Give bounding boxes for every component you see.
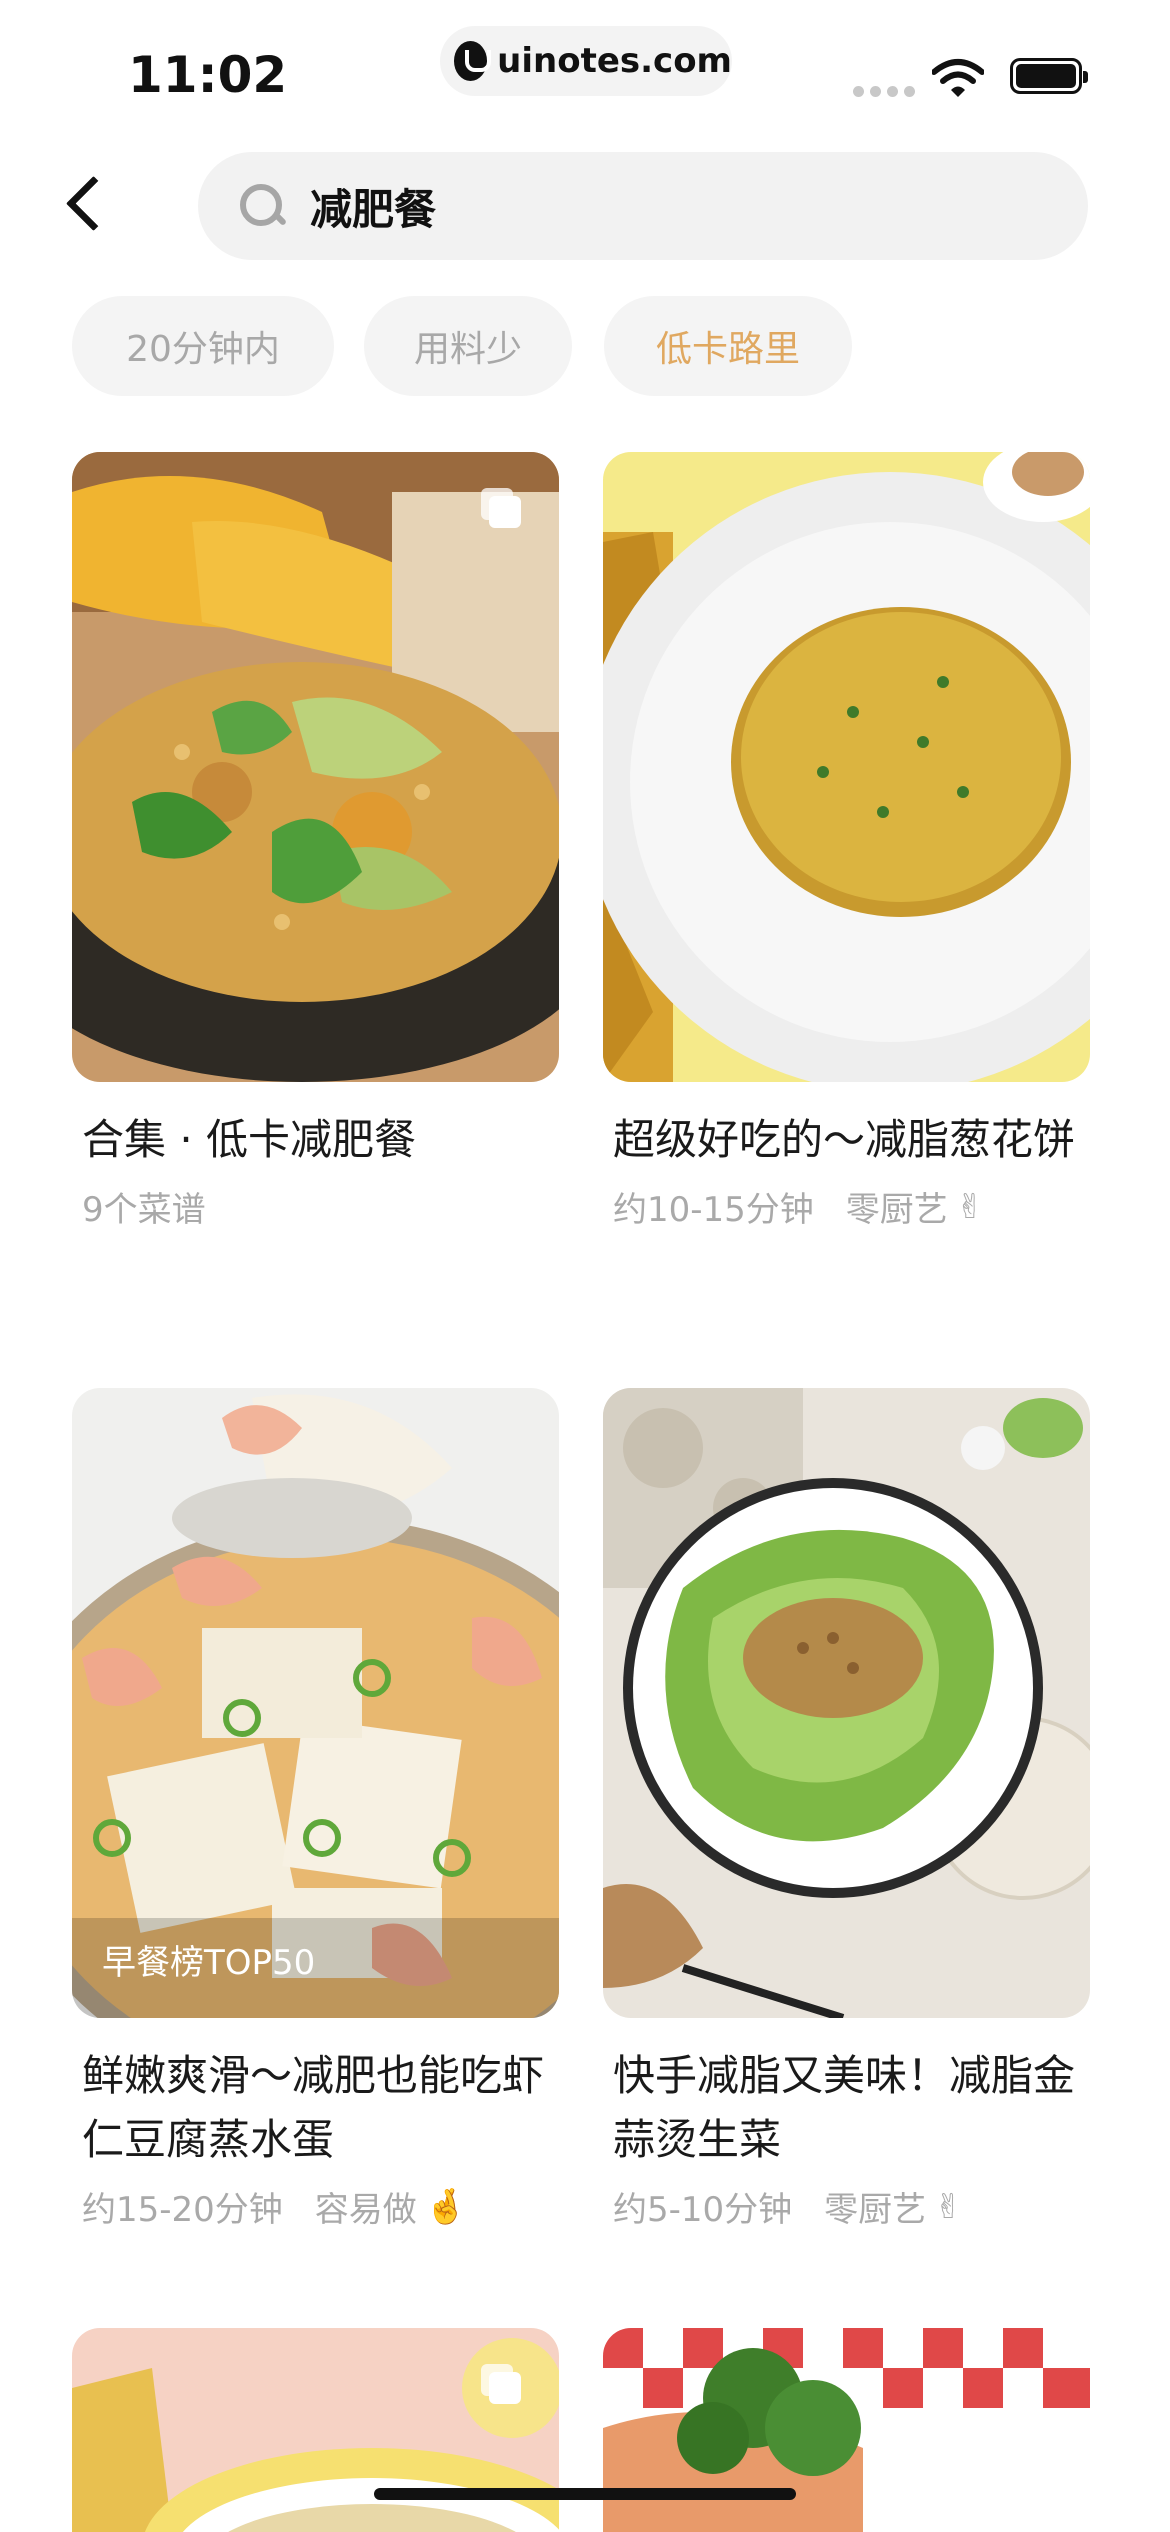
shrimp-tofu-icon (72, 1388, 559, 2018)
recipe-title: 快手减脂又美味！减脂金蒜烫生菜 (613, 2051, 1076, 2164)
collection-stack-icon (481, 488, 523, 530)
quinoa-avocado-salad-icon (72, 452, 559, 1082)
difficulty-label: 零厨艺 (824, 2190, 927, 2230)
recipe-meta: 约10-15分钟 零厨艺 ✌ (603, 1182, 1090, 1231)
salmon-broccoli-icon (603, 2328, 1090, 2532)
search-query: 减肥餐 (310, 184, 437, 234)
filter-chip-ingredients[interactable]: 用料少 (364, 296, 572, 396)
recipe-card[interactable]: 合集 · 低卡减肥餐 9个菜谱 (72, 452, 559, 1231)
crossed-fingers-icon: 🤞 (424, 2186, 468, 2227)
recipe-image (72, 2328, 559, 2532)
recipe-image (72, 452, 559, 1082)
egg-pancake-icon (603, 452, 1090, 1082)
victory-hand-icon: ✌ (955, 1186, 985, 1227)
recipe-card[interactable]: 快手减脂又美味！减脂金蒜烫生菜 约5-10分钟 零厨艺 ✌ (603, 1388, 1090, 2231)
cook-time: 约10-15分钟 (613, 1190, 814, 1230)
difficulty-label: 容易做 (314, 2190, 417, 2230)
url-text: uinotes.com (497, 41, 732, 81)
recipe-card[interactable]: 早餐榜TOP50 鲜嫩爽滑～减肥也能吃虾仁豆腐蒸水蛋 约15-20分钟 容易做 … (72, 1388, 559, 2231)
cellular-signal-icon (853, 82, 921, 101)
battery-icon (1010, 58, 1088, 94)
url-pill[interactable]: uinotes.com (440, 26, 732, 96)
ranking-badge: 早餐榜TOP50 (102, 1943, 316, 1983)
porridge-bowl-icon (72, 2328, 559, 2532)
recipe-card[interactable] (603, 2328, 1090, 2532)
recipe-count: 9个菜谱 (82, 1190, 206, 1230)
recipe-title: 鲜嫩爽滑～减肥也能吃虾仁豆腐蒸水蛋 (82, 2051, 545, 2164)
home-indicator (374, 2488, 796, 2500)
recipe-image (603, 1388, 1090, 2018)
recipe-image (603, 2328, 1090, 2532)
wifi-icon (932, 59, 984, 97)
recipe-card[interactable] (72, 2328, 559, 2532)
cook-time: 约5-10分钟 (613, 2190, 793, 2230)
recipe-card[interactable]: 超级好吃的～减脂葱花饼 约10-15分钟 零厨艺 ✌ (603, 452, 1090, 1231)
filter-chip-low-calorie[interactable]: 低卡路里 (604, 296, 852, 396)
search-icon (240, 184, 284, 228)
site-logo-icon (454, 41, 492, 81)
cook-time: 约15-20分钟 (82, 2190, 283, 2230)
filter-chip-time[interactable]: 20分钟内 (72, 296, 334, 396)
recipe-meta: 约15-20分钟 容易做 🤞 (72, 2182, 559, 2231)
victory-hand-icon: ✌ (934, 2186, 963, 2227)
back-button[interactable] (60, 170, 110, 240)
garlic-lettuce-icon (603, 1388, 1090, 2018)
recipe-title: 合集 · 低卡减肥餐 (82, 1115, 417, 1164)
recipe-title: 超级好吃的～减脂葱花饼 (613, 1115, 1076, 1164)
search-input[interactable]: 减肥餐 (198, 152, 1088, 260)
difficulty-label: 零厨艺 (845, 1190, 948, 1230)
recipe-meta: 9个菜谱 (72, 1182, 559, 1231)
recipe-image (603, 452, 1090, 1082)
collection-stack-icon (481, 2364, 523, 2406)
recipe-image: 早餐榜TOP50 (72, 1388, 559, 2018)
recipe-meta: 约5-10分钟 零厨艺 ✌ (603, 2182, 1090, 2231)
status-time: 11:02 (128, 46, 288, 104)
